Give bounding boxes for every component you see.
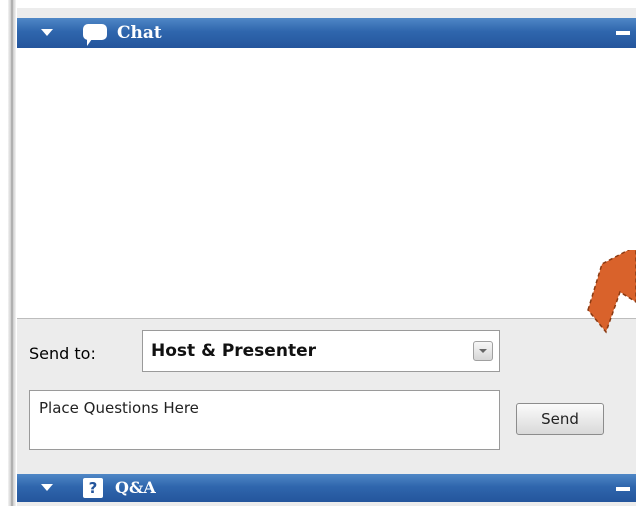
qa-panel-title: Q&A — [115, 478, 156, 497]
send-to-selected-value: Host & Presenter — [151, 341, 316, 361]
minimize-icon[interactable] — [616, 487, 630, 491]
window-border — [8, 0, 16, 506]
qa-panel-header[interactable]: ? Q&A — [17, 474, 636, 502]
speech-bubble-icon — [83, 24, 107, 40]
send-to-label: Send to: — [29, 344, 96, 363]
annotation-arrow-icon — [587, 250, 636, 334]
chat-message-area[interactable] — [17, 48, 636, 319]
collapse-triangle-icon[interactable] — [41, 484, 53, 491]
chat-panel-header[interactable]: Chat — [17, 18, 636, 48]
question-icon: ? — [83, 478, 103, 498]
minimize-icon[interactable] — [616, 31, 630, 35]
send-to-dropdown[interactable]: Host & Presenter — [142, 330, 500, 372]
question-input[interactable]: Place Questions Here — [29, 390, 500, 450]
send-button[interactable]: Send — [516, 403, 604, 435]
chat-panel: Chat Send to: Host & Presenter Place Que… — [17, 8, 636, 506]
collapse-triangle-icon[interactable] — [41, 29, 53, 36]
chat-panel-title: Chat — [117, 23, 162, 43]
dropdown-arrow-icon[interactable] — [473, 341, 493, 361]
